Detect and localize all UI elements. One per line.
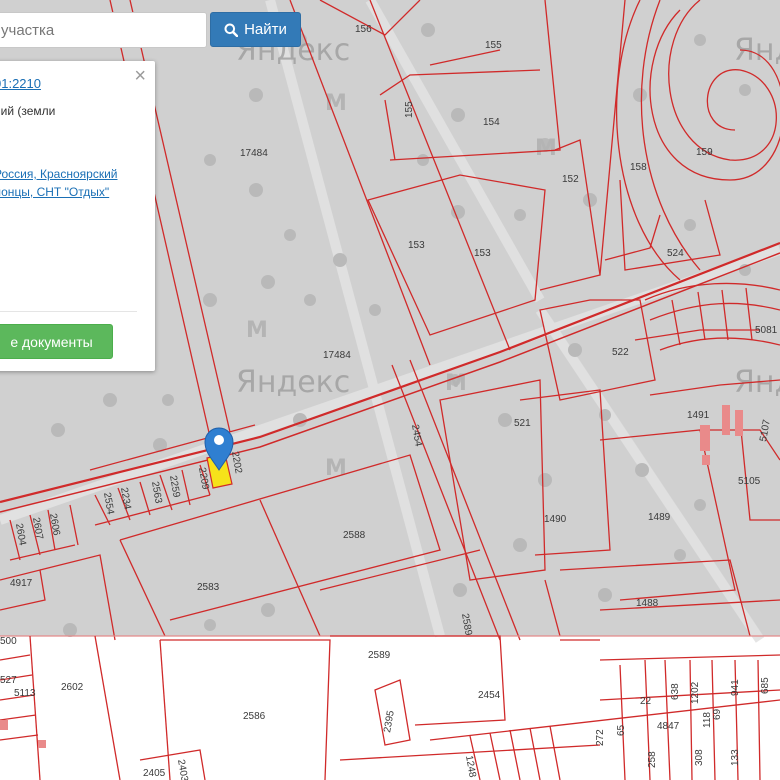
- search-icon: [224, 23, 239, 37]
- parcel-label: 308: [694, 749, 705, 766]
- parcel-label: 155: [404, 101, 415, 118]
- parcel-label: 17484: [323, 350, 351, 361]
- parcel-label: 1488: [636, 598, 659, 609]
- svg-text:M: M: [246, 318, 268, 343]
- parcel-label: 153: [408, 240, 425, 251]
- parcel-label: 17484: [240, 148, 268, 159]
- close-icon[interactable]: ×: [134, 66, 146, 86]
- parcel-label: 154: [483, 117, 500, 128]
- parcel-label: 159: [696, 147, 713, 158]
- documents-button[interactable]: е документы: [0, 324, 113, 359]
- parcel-address-link[interactable]: Россия, Красноярский лонцы, СНТ "Отдых": [0, 165, 118, 201]
- parcel-label: 155: [485, 40, 502, 51]
- parcel-label: 1490: [544, 514, 567, 525]
- parcel-label: 152: [562, 174, 579, 185]
- parcel-label: 500: [0, 636, 17, 647]
- parcel-label: 22: [640, 696, 652, 707]
- parcel-label: 4847: [657, 721, 680, 732]
- parcel-label: 2454: [478, 690, 501, 701]
- parcel-label: 522: [612, 347, 629, 358]
- parcel-label: 5105: [738, 476, 761, 487]
- parcel-label: 2583: [197, 582, 220, 593]
- parcel-label: 2588: [343, 530, 366, 541]
- parcel-label: 65: [616, 724, 627, 736]
- parcel-label: 521: [514, 418, 531, 429]
- parcel-label: 133: [730, 749, 741, 766]
- parcel-label: 153: [474, 248, 491, 259]
- parcel-label: 2395: [382, 709, 397, 733]
- find-button-label: Найти: [244, 21, 287, 38]
- svg-text:M: M: [535, 136, 557, 161]
- parcel-label: 2589: [368, 650, 391, 661]
- parcel-label: 5081: [755, 325, 778, 336]
- parcel-label: 158: [630, 162, 647, 173]
- map-watermark: Яндекс: [236, 365, 350, 400]
- parcel-label: 4917: [10, 578, 33, 589]
- parcel-label: 156: [355, 24, 372, 35]
- parcel-label: 1489: [648, 512, 671, 523]
- parcel-label: 2586: [243, 711, 266, 722]
- parcel-info-panel: × 01:2210 ний (земли Россия, Красноярски…: [0, 61, 155, 371]
- parcel-label: 2405: [143, 768, 166, 779]
- svg-text:M: M: [325, 91, 347, 116]
- parcel-label: 272: [595, 729, 606, 746]
- parcel-label: 2602: [61, 682, 84, 693]
- parcel-label: 1202: [690, 681, 701, 704]
- parcel-label: 638: [670, 683, 681, 700]
- parcel-label: 1491: [687, 410, 710, 421]
- search-input[interactable]: [0, 13, 206, 47]
- parcel-label: 527: [0, 675, 17, 686]
- find-button[interactable]: Найти: [210, 12, 301, 47]
- parcel-label: 69: [712, 708, 723, 720]
- search-box: [0, 12, 207, 48]
- parcel-label: 2403: [175, 759, 190, 780]
- address-line-1: Россия, Красноярский: [0, 167, 118, 181]
- address-line-2: лонцы, СНТ "Отдых": [0, 185, 110, 199]
- panel-divider: [0, 311, 137, 312]
- parcel-number-link[interactable]: 01:2210: [0, 76, 41, 91]
- parcel-label: 941: [730, 679, 741, 696]
- parcel-label: 5113: [14, 688, 36, 699]
- parcel-label: 258: [647, 751, 658, 768]
- parcel-label: 524: [667, 248, 684, 259]
- parcel-label: 685: [760, 677, 771, 694]
- parcel-category: ний (земли: [0, 104, 56, 118]
- parcel-label: 118: [702, 712, 713, 728]
